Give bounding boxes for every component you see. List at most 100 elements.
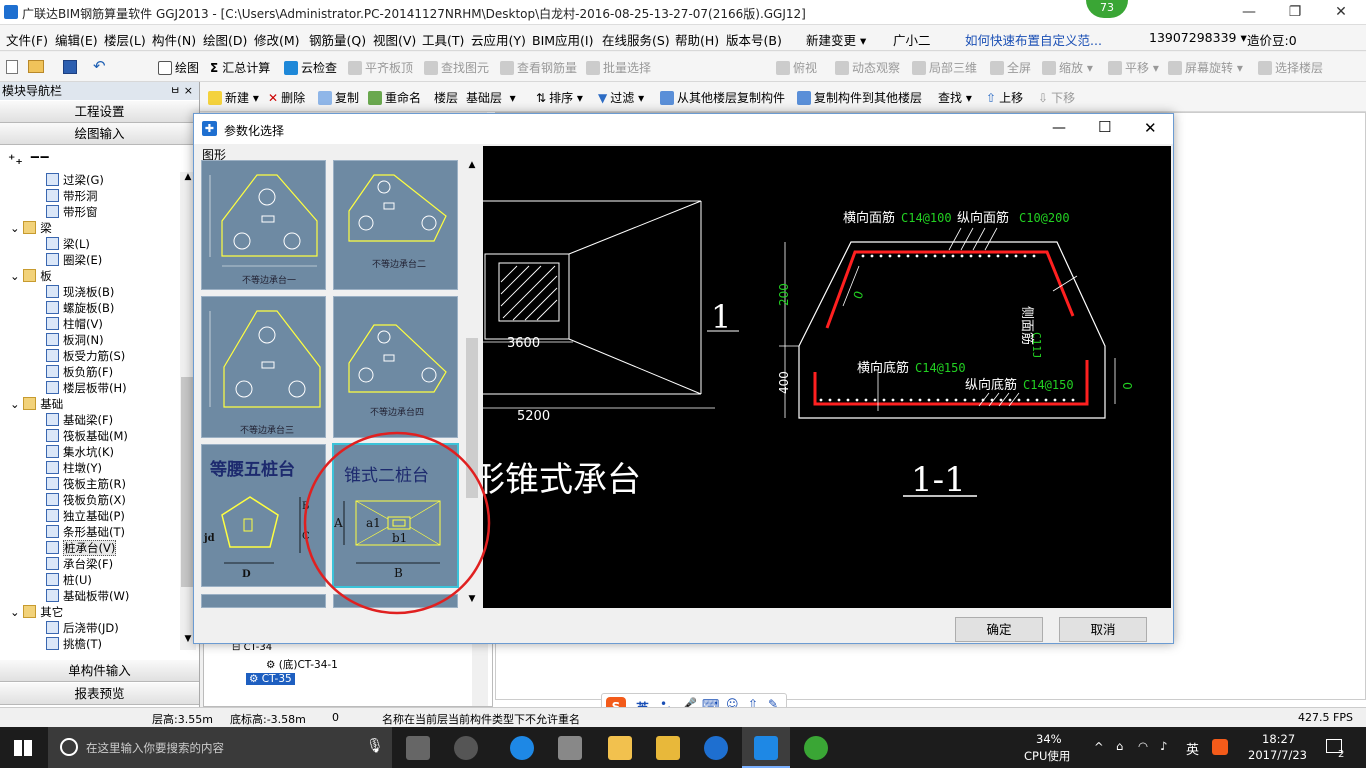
menu-rebar[interactable]: 钢筋量(Q) (309, 30, 366, 49)
tree-item[interactable]: 柱墩(Y) (46, 460, 102, 476)
sort-button[interactable]: ⇅ 排序 ▾ (536, 89, 583, 106)
tree-item[interactable]: 基础梁(F) (46, 412, 113, 428)
notes-app-icon[interactable] (656, 736, 680, 760)
tray-chevron-icon[interactable]: ^ (1094, 740, 1104, 754)
expand-chevron-icon[interactable]: ⌄ (10, 397, 23, 411)
shape-thumb-unequal-3[interactable]: 不等边承台三 (201, 296, 326, 438)
menu-new-change[interactable]: 新建变更 ▾ (806, 30, 866, 49)
tree-item[interactable]: 过梁(G) (46, 172, 104, 188)
menu-component[interactable]: 构件(N) (152, 30, 196, 49)
dialog-minimize-button[interactable]: — (1052, 120, 1066, 136)
tree-item[interactable]: 后浇带(JD) (46, 620, 119, 636)
shape-thumb-unequal-2[interactable]: 不等边承台二 (333, 160, 458, 290)
top-view-button[interactable]: 俯视 (776, 59, 817, 76)
single-component-input-button[interactable]: 单构件输入 (0, 660, 199, 682)
dialog-maximize-button[interactable]: ☐ (1098, 118, 1111, 136)
glodon-g-icon[interactable] (704, 736, 728, 760)
menu-assistant[interactable]: 广小二 (893, 30, 931, 49)
expand-chevron-icon[interactable]: ⌄ (10, 605, 23, 619)
minimize-button[interactable]: — (1226, 0, 1272, 25)
tree-item[interactable]: 集水坑(K) (46, 444, 114, 460)
batch-select-button[interactable]: 批量选择 (586, 59, 651, 76)
project-settings-button[interactable]: 工程设置 (0, 101, 199, 123)
shape-thumb-unequal-1[interactable]: 不等边承台一 (201, 160, 326, 290)
menu-floor[interactable]: 楼层(L) (104, 30, 146, 49)
sum-calc-button[interactable]: Σ 汇总计算 (210, 59, 270, 76)
copy-from-floor-button[interactable]: 从其他楼层复制构件 (660, 89, 785, 106)
list-item[interactable]: ⚙ (底)CT-34-1 (266, 657, 338, 672)
tree-folder[interactable]: ⌄ 其它 (10, 604, 63, 620)
menu-online[interactable]: 在线服务(S) (602, 30, 670, 49)
tree-item[interactable]: 圈梁(E) (46, 252, 102, 268)
expand-chevron-icon[interactable]: ⌄ (10, 221, 23, 235)
glodon-rebar-icon[interactable] (754, 736, 778, 760)
zoom-button[interactable]: 缩放 ▾ (1042, 59, 1093, 76)
move-down-button[interactable]: ⇩ 下移 (1038, 89, 1075, 106)
tree-item[interactable]: 带形窗 (46, 204, 98, 220)
ok-button[interactable]: 确定 (955, 617, 1043, 642)
report-preview-button[interactable]: 报表预览 (0, 683, 199, 705)
windows-start-icon[interactable] (14, 740, 32, 756)
flat-slab-button[interactable]: 平齐板顶 (348, 59, 413, 76)
cost-beans[interactable]: 造价豆:0 (1247, 30, 1297, 49)
tree-item[interactable]: 挑檐(T) (46, 636, 102, 650)
tree-item[interactable]: 桩承台(V) (46, 540, 117, 556)
tree-item[interactable]: 带形洞 (46, 188, 98, 204)
menu-help[interactable]: 帮助(H) (675, 30, 719, 49)
new-file-icon[interactable] (6, 60, 18, 74)
tree-item[interactable]: 柱帽(V) (46, 316, 103, 332)
file-explorer-icon[interactable] (608, 736, 632, 760)
tree-item[interactable]: 梁(L) (46, 236, 90, 252)
menu-file[interactable]: 文件(F) (6, 30, 48, 49)
tree-item[interactable]: 承台梁(F) (46, 556, 113, 572)
view-rebar-button[interactable]: 查看钢筋量 (500, 59, 577, 76)
fullscreen-button[interactable]: 全屏 (990, 59, 1031, 76)
list-item-selected[interactable]: ⚙ CT-35 (246, 673, 295, 685)
network-icon[interactable]: ⌂ (1116, 739, 1123, 753)
copy-to-floor-button[interactable]: 复制构件到其他楼层 (797, 89, 922, 106)
cancel-button[interactable]: 取消 (1059, 617, 1147, 642)
shape-thumb-unequal-4[interactable]: 不等边承台四 (333, 296, 458, 438)
notification-badge[interactable]: 73 (1086, 0, 1128, 18)
sogou-tray-icon[interactable] (1212, 739, 1228, 755)
save-icon[interactable] (63, 60, 77, 74)
move-up-button[interactable]: ⇧ 上移 (986, 89, 1023, 106)
tree-item[interactable]: 筏板主筋(R) (46, 476, 126, 492)
volume-icon[interactable]: ♪ (1160, 739, 1167, 753)
help-link[interactable]: 如何快速布置自定义范... (965, 30, 1102, 49)
tree-item[interactable]: 板洞(N) (46, 332, 104, 348)
local-3d-button[interactable]: 局部三维 (912, 59, 977, 76)
tree-item[interactable]: 条形基础(T) (46, 524, 125, 540)
menu-tools[interactable]: 工具(T) (422, 30, 464, 49)
task-view-icon[interactable] (406, 736, 430, 760)
menu-modify[interactable]: 修改(M) (254, 30, 300, 49)
tree-folder[interactable]: ⌄ 基础 (10, 396, 63, 412)
search-button[interactable]: 查找 ▾ (938, 89, 972, 106)
rename-button[interactable]: 重命名 (368, 89, 421, 106)
draw-button[interactable]: 绘图 (158, 59, 199, 76)
copy-button[interactable]: 复制 (318, 89, 359, 106)
dynamic-view-button[interactable]: 动态观察 (835, 59, 900, 76)
wifi-icon[interactable]: ◠ (1138, 739, 1148, 753)
tree-item[interactable]: 筏板负筋(X) (46, 492, 126, 508)
expand-all-icon[interactable]: ⁺₊ (8, 152, 23, 168)
edge-browser-icon[interactable] (510, 736, 534, 760)
tray-ime[interactable]: 英 (1186, 739, 1199, 758)
user-account[interactable]: 13907298339 ▾ (1149, 30, 1247, 45)
dialog-close-button[interactable]: ✕ (1144, 119, 1157, 137)
new-component-button[interactable]: 新建 ▾ (208, 89, 259, 106)
tree-item[interactable]: 板受力筋(S) (46, 348, 125, 364)
taskbar-search-box[interactable]: 在这里输入你要搜索的内容 🎙 (48, 727, 392, 768)
undo-icon[interactable]: ↶ (93, 57, 106, 75)
delete-button[interactable]: ✕ 删除 (268, 89, 305, 106)
tree-folder[interactable]: ⌄ 板 (10, 268, 52, 284)
pin-close-icon[interactable]: ㅂ × (170, 82, 193, 100)
maximize-button[interactable]: ❐ (1272, 0, 1318, 25)
tree-item[interactable]: 楼层板带(H) (46, 380, 127, 396)
menu-view[interactable]: 视图(V) (373, 30, 416, 49)
floor-select[interactable]: 基础层 ▾ (466, 89, 516, 106)
tree-item[interactable]: 现浇板(B) (46, 284, 114, 300)
cloud-check-button[interactable]: 云检查 (284, 59, 337, 76)
tree-item[interactable]: 螺旋板(B) (46, 300, 114, 316)
tree-item[interactable]: 基础板带(W) (46, 588, 129, 604)
